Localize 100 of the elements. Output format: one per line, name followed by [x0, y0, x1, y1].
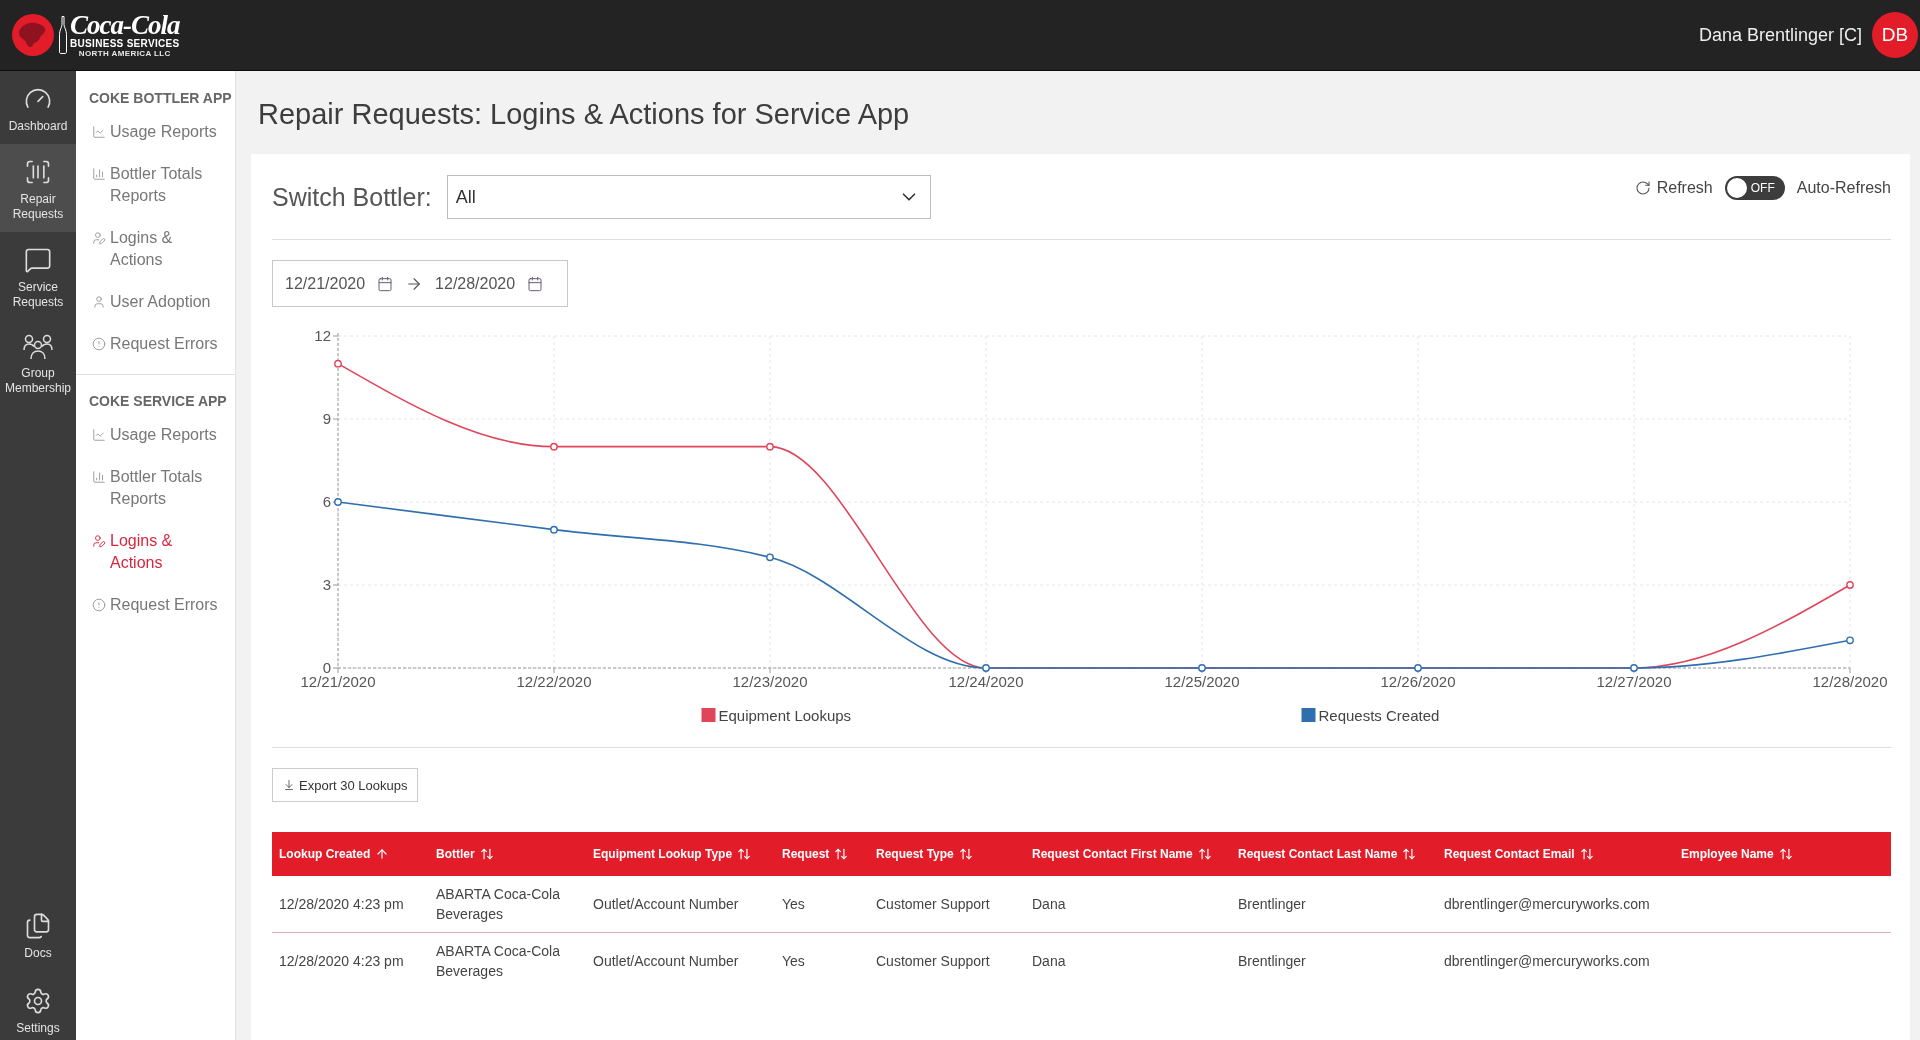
sidebar-item[interactable]: User Adoption: [89, 281, 229, 323]
refresh-icon: [1634, 180, 1651, 196]
sidebar-item[interactable]: Logins & Actions: [89, 520, 229, 584]
chart-point: [1846, 581, 1854, 589]
chart-point: [550, 442, 558, 451]
axis-tick-label: 12/22/2020: [516, 673, 592, 690]
bottler-select[interactable]: All: [446, 175, 931, 219]
user-name: Dana Brentlinger [C]: [1698, 24, 1862, 46]
bar-chart-icon: [92, 167, 106, 181]
table-cell-text: Brentlinger: [1238, 952, 1307, 971]
end-date-input[interactable]: 12/28/2020: [435, 274, 516, 293]
table-cell-text: Brentlinger: [1238, 895, 1307, 914]
axis-tick-label: 12/23/2020: [732, 673, 808, 690]
table-cell-text: Customer Support: [876, 952, 991, 971]
column-header[interactable]: Equipment Lookup Type: [593, 847, 752, 861]
page-title: Repair Requests: Logins & Actions for Service App: [257, 97, 911, 132]
column-header[interactable]: Employee Name: [1681, 847, 1793, 861]
alert-circle-icon: [92, 598, 106, 612]
toggle-thumb: [1726, 178, 1747, 198]
emblem-icon: [12, 14, 54, 56]
auto-refresh-toggle[interactable]: OFF: [1724, 176, 1785, 200]
legend-label: Equipment Lookups: [718, 707, 852, 724]
chart-point: [1630, 664, 1638, 672]
nav-rail-item[interactable]: Group Membership: [0, 320, 76, 406]
user-pen-icon: [92, 534, 106, 548]
table-cell-text: 12/28/2020 4:23 pm: [279, 895, 405, 914]
logo-subtagline: NORTH AMERICA LLC: [78, 49, 171, 58]
chart-point: [1414, 664, 1422, 672]
user-avatar[interactable]: DB: [1872, 12, 1918, 58]
sidebar-item[interactable]: Bottler Totals Reports: [89, 456, 229, 520]
bar-chart-icon: [92, 470, 106, 484]
column-header[interactable]: Request: [782, 847, 849, 861]
nav-rail-item[interactable]: Dashboard: [0, 71, 76, 144]
column-header[interactable]: Request Type: [876, 847, 973, 861]
logo-wordmark: Coca-Cola: [70, 12, 180, 38]
column-header[interactable]: Request Contact Last Name: [1238, 847, 1417, 861]
axis-tick-label: 12: [314, 327, 331, 344]
chart-point: [766, 442, 774, 451]
column-header[interactable]: Lookup Created: [279, 847, 390, 861]
axis-tick-label: 12/21/2020: [300, 673, 376, 690]
table-cell-text: Yes: [782, 895, 806, 914]
people-group-icon: [23, 334, 53, 360]
table-cell-text: ABARTA Coca-Cola Beverages: [436, 885, 561, 924]
axis-tick-label: 6: [322, 493, 331, 510]
table-cell-text: dbrentlinger@mercuryworks.com: [1444, 952, 1651, 971]
bottler-label: Switch Bottler:: [272, 182, 432, 212]
table-cell-text: Dana: [1032, 952, 1067, 971]
table-cell-text: Outlet/Account Number: [593, 895, 740, 914]
line-chart-icon: [92, 125, 106, 139]
axis-tick-label: 9: [322, 410, 331, 427]
calendar-icon: [527, 275, 544, 292]
sidebar-item[interactable]: Request Errors: [89, 584, 229, 626]
chart-point: [334, 359, 342, 368]
chart-point: [766, 553, 774, 562]
date-range-field[interactable]: 12/21/2020 12/28/2020: [272, 260, 568, 307]
table-cell-text: Yes: [782, 952, 806, 971]
axis-tick-label: 12/28/2020: [1812, 673, 1888, 690]
speech-bubble-icon: [24, 246, 52, 274]
column-header[interactable]: Bottler: [436, 847, 494, 861]
axis-tick-label: 12/26/2020: [1380, 673, 1456, 690]
axis-tick-label: 3: [322, 576, 331, 593]
auto-refresh-label: Auto-Refresh: [1796, 179, 1891, 197]
sidebar-item[interactable]: Request Errors: [89, 323, 229, 365]
start-date-input[interactable]: 12/21/2020: [285, 274, 366, 293]
chart-point: [550, 525, 558, 534]
table-cell-text: Outlet/Account Number: [593, 952, 740, 971]
chart-point: [1846, 636, 1854, 645]
axis-tick-label: 12/24/2020: [948, 673, 1024, 690]
bottle-icon: [59, 16, 67, 54]
table-cell-text: Dana: [1032, 895, 1067, 914]
documents-icon: [24, 912, 52, 940]
legend-label: Requests Created: [1318, 707, 1440, 724]
nav-rail-item[interactable]: Repair Requests: [0, 144, 76, 232]
settings-icon: [24, 987, 52, 1015]
export-button[interactable]: Export 30 Lookups: [272, 768, 419, 802]
sidebar-item[interactable]: Logins & Actions: [89, 217, 229, 281]
column-header[interactable]: Request Contact Email: [1444, 847, 1594, 861]
sidebar-item[interactable]: Usage Reports: [89, 111, 229, 153]
axis-tick-label: 12/27/2020: [1596, 673, 1672, 690]
column-header[interactable]: Request Contact First Name: [1032, 847, 1212, 861]
axis-tick-label: 12/25/2020: [1164, 673, 1240, 690]
refresh-button[interactable]: Refresh: [1634, 179, 1713, 197]
chart-point: [982, 664, 990, 672]
scan-frame-icon: [24, 158, 52, 186]
user-pen-icon: [92, 231, 106, 245]
table-cell-text: Customer Support: [876, 895, 991, 914]
sidebar-section-title: COKE BOTTLER APP: [89, 89, 229, 107]
calendar-icon: [377, 275, 394, 292]
sidebar-item[interactable]: Usage Reports: [89, 414, 229, 456]
nav-rail-item[interactable]: Service Requests: [0, 232, 76, 320]
line-chart-icon: [92, 428, 106, 442]
user-icon: [92, 295, 106, 309]
nav-rail-item[interactable]: Docs: [0, 904, 76, 963]
sidebar-section-title: COKE SERVICE APP: [89, 392, 228, 410]
axis-tick-label: 0: [322, 659, 331, 676]
download-icon: [283, 779, 295, 791]
sidebar-item[interactable]: Bottler Totals Reports: [89, 153, 229, 217]
nav-rail-item[interactable]: Settings: [0, 979, 76, 1038]
table-cell-text: dbrentlinger@mercuryworks.com: [1444, 895, 1651, 914]
chart-point: [334, 498, 342, 506]
